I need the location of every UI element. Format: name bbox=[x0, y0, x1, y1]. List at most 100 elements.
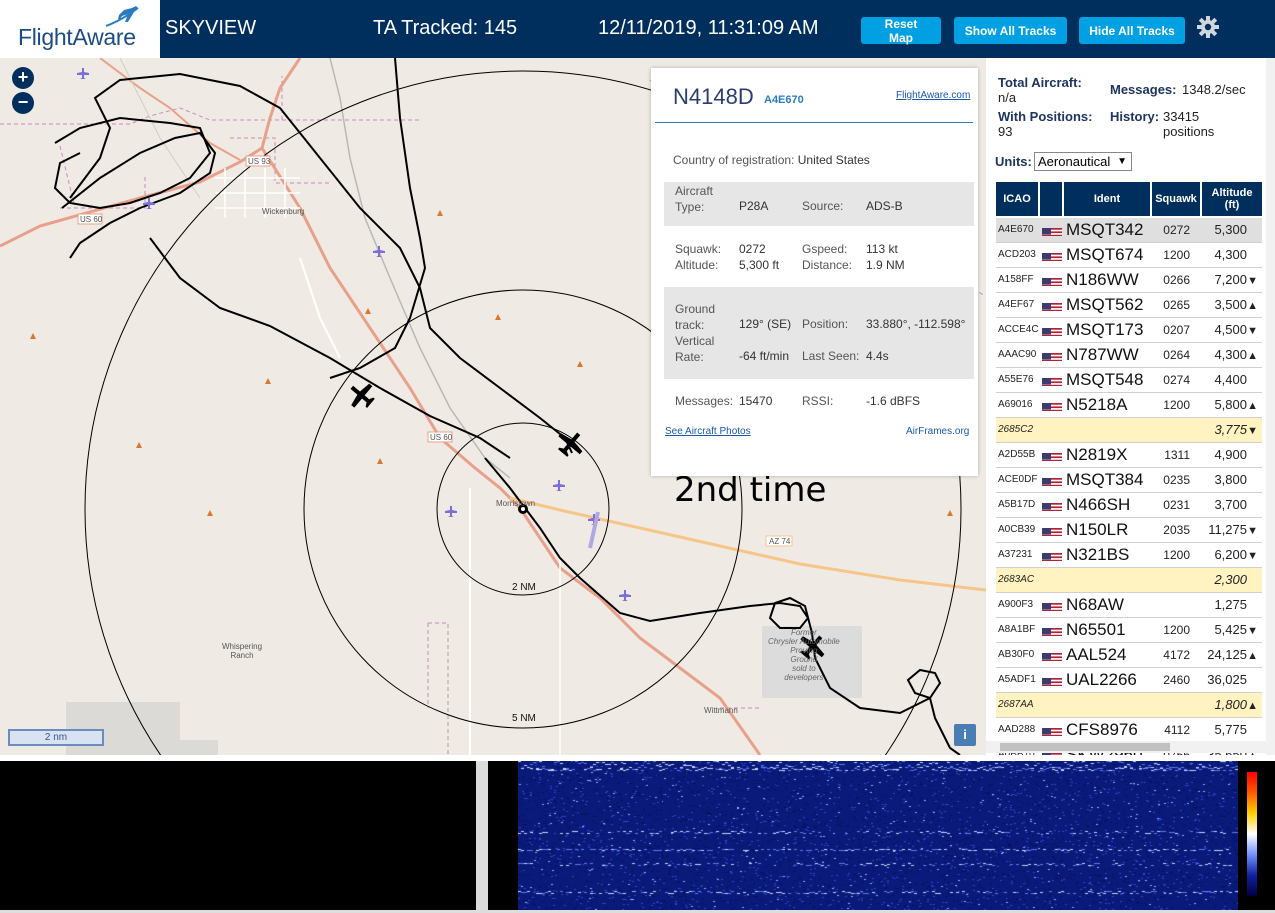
cell-ident: MSQT384 bbox=[1066, 470, 1144, 489]
airframes-link[interactable]: AirFrames.org bbox=[906, 426, 969, 437]
table-row[interactable]: A8A1BF N65501 1200 5,425▼ bbox=[996, 618, 1262, 643]
map-scale-bar: 2 nm bbox=[8, 729, 104, 746]
panel-splitter[interactable] bbox=[476, 761, 488, 910]
messages-value: 15470 bbox=[739, 394, 773, 408]
col-ident[interactable]: Ident bbox=[1064, 182, 1150, 216]
cell-ident: N5218A bbox=[1066, 395, 1128, 414]
position-label: Position: bbox=[802, 317, 849, 331]
gspeed-label: Gspeed: bbox=[802, 242, 848, 256]
cell-icao: AB30F0 bbox=[998, 649, 1035, 660]
cell-icao: A69016 bbox=[998, 399, 1033, 410]
table-row[interactable]: AAD288 CFS8976 4112 5,775 bbox=[996, 718, 1262, 743]
us-flag-icon bbox=[1042, 674, 1062, 686]
altitude-value: 5,300 bbox=[1214, 222, 1247, 237]
aircraft-photos-link[interactable]: See Aircraft Photos bbox=[665, 426, 751, 437]
cell-altitude: 4,300 bbox=[1192, 243, 1258, 267]
squawk-label: Squawk: bbox=[675, 242, 722, 256]
cell-altitude: 4,500▼ bbox=[1192, 318, 1258, 342]
table-row[interactable]: A69016 N5218A 1200 5,800▲ bbox=[996, 393, 1262, 418]
cell-squawk: 0264 bbox=[1163, 348, 1190, 362]
sidebar-horizontal-scrollbar[interactable] bbox=[986, 741, 1266, 753]
altitude-value: 1,800 bbox=[1214, 697, 1247, 712]
col-altitude[interactable]: Altitude (ft) bbox=[1202, 182, 1262, 216]
cell-squawk bbox=[1152, 418, 1190, 442]
table-row[interactable]: AAAC90 N787WW 0264 4,300▲ bbox=[996, 343, 1262, 368]
table-row[interactable]: 2685C2 3,775▼ bbox=[996, 418, 1262, 443]
flightaware-logo[interactable]: FlightAware bbox=[0, 0, 160, 58]
table-row[interactable]: ACE0DF MSQT384 0235 3,800 bbox=[996, 468, 1262, 493]
table-row[interactable]: A5ADF1 UAL2266 2460 36,025 bbox=[996, 668, 1262, 693]
us-flag-icon bbox=[1042, 224, 1062, 236]
table-row[interactable]: A158FF N186WW 0266 7,200▼ bbox=[996, 268, 1262, 293]
ground-track-label: Ground track: bbox=[675, 302, 716, 332]
altitude-value: 5,425 bbox=[1214, 622, 1247, 637]
table-row[interactable]: A55E76 MSQT548 0274 4,400 bbox=[996, 368, 1262, 393]
table-row[interactable]: AB30F0 AAL524 4172 24,125▲ bbox=[996, 643, 1262, 668]
history-label: History: bbox=[1110, 109, 1160, 124]
cell-squawk: 0207 bbox=[1163, 323, 1190, 337]
table-row[interactable]: 2683AC 2,300 bbox=[996, 568, 1262, 593]
cell-ident: N2819X bbox=[1066, 445, 1128, 464]
cell-ident: MSQT562 bbox=[1066, 295, 1144, 314]
table-row[interactable]: 2687AA 1,800▲ bbox=[996, 693, 1262, 718]
hide-all-tracks-button[interactable]: Hide All Tracks bbox=[1079, 17, 1185, 44]
cell-icao: A4E670 bbox=[998, 224, 1034, 235]
cell-altitude: 3,775▼ bbox=[1192, 418, 1258, 442]
cell-icao: A5B17D bbox=[998, 499, 1036, 510]
cell-squawk: 0231 bbox=[1163, 498, 1190, 512]
show-all-tracks-button[interactable]: Show All Tracks bbox=[954, 17, 1067, 44]
table-row[interactable]: A5B17D N466SH 0231 3,700 bbox=[996, 493, 1262, 518]
cell-squawk: 0265 bbox=[1163, 298, 1190, 312]
zoom-in-icon[interactable]: + bbox=[12, 67, 34, 89]
col-flag[interactable] bbox=[1040, 182, 1062, 216]
table-row[interactable]: A4EF67 MSQT562 0265 3,500▲ bbox=[996, 293, 1262, 318]
gear-icon[interactable] bbox=[1196, 15, 1220, 39]
cell-squawk bbox=[1152, 593, 1190, 617]
col-icao[interactable]: ICAO bbox=[996, 182, 1038, 216]
table-row[interactable]: A2D55B N2819X 1311 4,900 bbox=[996, 443, 1262, 468]
us-flag-icon bbox=[1042, 249, 1062, 261]
altitude-trend-icon: ▼ bbox=[1247, 625, 1258, 637]
cell-icao: ACD203 bbox=[998, 249, 1036, 260]
cell-squawk: 0274 bbox=[1163, 373, 1190, 387]
zoom-out-icon[interactable]: − bbox=[12, 92, 34, 114]
col-squawk[interactable]: Squawk bbox=[1152, 182, 1200, 216]
units-select[interactable]: Aeronautical ▼ bbox=[1034, 152, 1132, 171]
table-row[interactable]: ACD203 MSQT674 1200 4,300 bbox=[996, 243, 1262, 268]
cell-squawk: 0235 bbox=[1163, 473, 1190, 487]
cell-altitude: 5,800▲ bbox=[1192, 393, 1258, 417]
info-icon[interactable]: i bbox=[954, 724, 976, 746]
skyview-app: FlightAware SKYVIEW TA Tracked: 145 12/1… bbox=[0, 0, 1275, 913]
annotation-text: 2nd time bbox=[674, 470, 827, 510]
route-us93-label: US 93 bbox=[248, 157, 271, 166]
altitude-trend-icon: ▼ bbox=[1247, 525, 1258, 537]
table-row[interactable]: A37231 N321BS 1200 6,200▼ bbox=[996, 543, 1262, 568]
range-ring-5nm-label: 5 NM bbox=[510, 713, 538, 724]
vertical-rate-label: Vertical Rate: bbox=[675, 334, 715, 364]
cell-squawk bbox=[1152, 568, 1190, 592]
table-row[interactable]: A4E670 MSQT342 0272 5,300 bbox=[996, 218, 1262, 243]
rssi-value: -1.6 dBFS bbox=[866, 394, 921, 408]
flightaware-link[interactable]: FlightAware.com bbox=[896, 90, 970, 101]
cell-squawk: 2035 bbox=[1163, 523, 1190, 537]
cell-squawk: 1200 bbox=[1163, 248, 1190, 262]
us-flag-icon bbox=[1042, 299, 1062, 311]
table-row[interactable]: A900F3 N68AW 1,275 bbox=[996, 593, 1262, 618]
altitude-value: 6,200 bbox=[1214, 547, 1247, 562]
scrollbar-thumb[interactable] bbox=[1000, 743, 1170, 751]
cell-altitude: 1,275 bbox=[1192, 593, 1258, 617]
cell-ident: N321BS bbox=[1066, 545, 1130, 564]
reset-map-button[interactable]: Reset Map bbox=[861, 17, 941, 45]
cell-icao: A5ADF1 bbox=[998, 674, 1036, 685]
sidebar-vertical-scrollbar[interactable] bbox=[1266, 58, 1275, 755]
table-row[interactable]: A0CB39 N150LR 2035 11,275▼ bbox=[996, 518, 1262, 543]
us-flag-icon bbox=[1042, 724, 1062, 736]
table-row[interactable]: ACCE4C MSQT173 0207 4,500▼ bbox=[996, 318, 1262, 343]
cell-ident: N186WW bbox=[1066, 270, 1139, 289]
us-flag-icon bbox=[1042, 524, 1062, 536]
cell-squawk: 4172 bbox=[1163, 648, 1190, 662]
cell-altitude: 3,700 bbox=[1192, 493, 1258, 517]
route-az74-label: AZ 74 bbox=[769, 537, 791, 546]
cell-icao: A37231 bbox=[998, 549, 1033, 560]
cell-altitude: 7,200▼ bbox=[1192, 268, 1258, 292]
